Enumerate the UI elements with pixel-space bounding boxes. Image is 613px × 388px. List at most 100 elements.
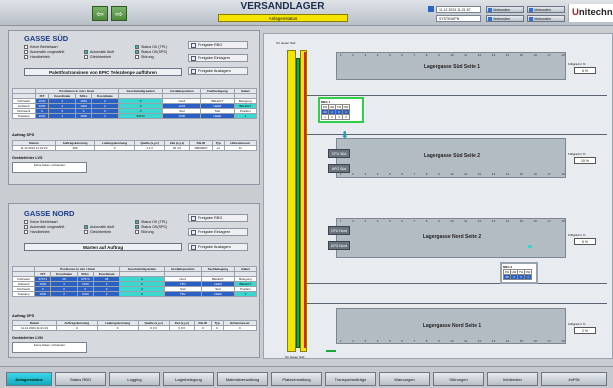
rail-north-2 (307, 303, 607, 304)
tor-label-bottom: Tor Hauer Süd (285, 355, 305, 359)
mode-list-sued: Keine Betriebsart Automatik vorgewählt H… (24, 45, 84, 60)
rail-north-1 (307, 283, 607, 284)
back-arrow-icon[interactable]: ⇦ (92, 6, 108, 21)
rack-nord-seite-2[interactable]: Lagergasse Nord Seite 2 (336, 218, 566, 258)
fill-value-rack2: 15 % (574, 157, 596, 164)
freigabe-einlagern-nord[interactable]: Freigabe Einlagern (188, 228, 248, 236)
connection-button-3[interactable]: Verbunden (527, 6, 565, 13)
arrow-down-icon: ⬇ (341, 130, 349, 140)
tab-anlagenstatus[interactable]: Anlagenstatus (6, 372, 52, 386)
apg-sued-button[interactable]: APG Süd (328, 164, 350, 173)
geraetefehler-title-nord: Gerätefehler LVN (12, 336, 43, 340)
link-icon (529, 17, 533, 21)
checkbox[interactable] (135, 220, 139, 225)
cpu-sued-button[interactable]: CPU Süd (328, 149, 350, 158)
table-row: Teleskop 1000 2 1000 2 0 TBV LEER 2 (11, 291, 258, 297)
tab-warnungen[interactable]: Warnungen (379, 372, 430, 386)
fill-value-rack1: 6 % (574, 67, 596, 74)
table-row: Teleskop 1000 2 1000 2 90572 1000 LEER 1 (12, 113, 258, 119)
freigabe-rbg-nord[interactable]: Freigabe RBG (188, 214, 248, 222)
message-bar-sued: Palettfoxtransinen von EPIC Telezdenpe a… (24, 68, 182, 76)
checkbox[interactable] (84, 55, 88, 60)
check-icon (191, 244, 196, 250)
fill-label: Füllgrad in % (568, 322, 586, 326)
rack-column-numbers: 1 2 3 4 5 6 7 8 9 10 11 12 13 14 15 16 17 18 (340, 172, 565, 176)
freigabe-auslagern-nord[interactable]: Freigabe Auslagern (188, 243, 248, 251)
checkbox[interactable] (135, 45, 139, 50)
check-icon (191, 215, 196, 221)
link-icon (529, 8, 533, 12)
connection-button-2[interactable]: Verbunden (486, 15, 524, 22)
checkbox[interactable] (135, 55, 139, 60)
check-icon (191, 55, 196, 61)
message-bar-nord: Warten auf Auftrag (24, 243, 182, 251)
state-list-sued: Status OK (TPL) Status OK(SPS) Störung (135, 45, 185, 60)
checkbox[interactable] (24, 55, 28, 60)
auftrag-table-sued: Datum Auftragskennung Ladungskennung Quelle… (12, 140, 258, 151)
tab-lagerbelegung[interactable]: Lagerbelegung (163, 372, 214, 386)
checkbox[interactable] (135, 225, 139, 230)
checkbox[interactable] (24, 45, 28, 50)
connection-label: Verbunden (534, 8, 551, 12)
panel-title-sued: GASSE SÜD (24, 34, 69, 43)
auftrag-title-sued: Auftrag SPS (12, 133, 35, 137)
fill-label: Füllgrad in % (568, 152, 586, 156)
cart-table: FW HW TW DW 20 4 0 1 1230 (321, 104, 350, 120)
tab-transportauftraege[interactable]: Transportaufträge (325, 372, 376, 386)
conveyor-column-left (287, 50, 296, 352)
company-logo: Unitechni (568, 4, 613, 22)
position-table-sued: Positionen in mm / Grad Geschwindig-keite… (12, 88, 258, 119)
tab-materialverwaltung[interactable]: Materialverwaltung (217, 372, 268, 386)
tab-status-rbg[interactable]: Status RBG (55, 372, 106, 386)
limit-line (304, 52, 306, 348)
checkbox[interactable] (24, 230, 28, 235)
tab-infofenster[interactable]: Infofenster (487, 372, 538, 386)
position-marker (528, 245, 532, 248)
tor-label-top: Tor Hauer Süd (276, 41, 296, 45)
checkbox[interactable] (84, 230, 88, 235)
table-row: 11.12.2024 11:21:23 0 0 0 0 00 0 0000 (12, 325, 258, 331)
checkbox[interactable] (24, 225, 28, 230)
freigabe-auslagern-sued[interactable]: Freigabe Auslagern (188, 67, 248, 75)
rack-title: Lagergasse Nord Seite 2 (422, 234, 482, 240)
link-icon (488, 17, 492, 21)
checkbox[interactable] (24, 220, 28, 225)
rack-title: Lagergasse Süd Seite 1 (423, 64, 481, 70)
tab-impin[interactable]: ImPIN (541, 372, 607, 386)
tab-platzverwaltung[interactable]: Platzverwaltung (271, 372, 322, 386)
auftrag-table-nord: Datum Auftragskennung Ladungskennung Quelle… (12, 320, 258, 331)
freigabe-rbg-sued[interactable]: Freigabe RBG (188, 41, 248, 49)
tab-logging[interactable]: Logging (109, 372, 160, 386)
checkbox[interactable] (24, 50, 28, 55)
check-icon (191, 229, 196, 235)
checkbox[interactable] (135, 230, 139, 235)
rbg-cart-sued[interactable]: RBG 1 FW HW TW DW 20 4 0 1 1230 (318, 97, 364, 123)
check-icon (191, 68, 196, 74)
fill-label: Füllgrad in % (568, 62, 586, 66)
checkbox[interactable] (84, 50, 88, 55)
user-field: SYSTEM/PN (436, 15, 481, 22)
rack-title: Lagergasse Nord Seite 1 (422, 323, 482, 329)
rbg-cart-nord[interactable]: RBG 2 FW HW TW DW 28 2 0 1 (500, 262, 538, 284)
connection-button-4[interactable]: Verbunden (527, 15, 565, 22)
connection-label: Verbunden (534, 17, 551, 21)
checkbox[interactable] (84, 225, 88, 230)
fill-label: Füllgrad in % (568, 233, 586, 237)
datetime-field: 11.12.2024 11:21:57 (436, 6, 481, 13)
geraetefehler-box-sued: Keine Daten vorhanden (12, 162, 87, 173)
mode-list-nord: Keine Betriebsart Automatik vorgewählt H… (24, 220, 84, 235)
freigabe-einlagern-sued[interactable]: Freigabe Einlagern (188, 54, 248, 62)
connection-label: Verbunden (493, 17, 510, 21)
cpu-nord-button[interactable]: CPU Nord (328, 226, 350, 235)
check-icon (191, 42, 196, 48)
apg-nord-button[interactable]: APG Nord (328, 241, 350, 250)
forward-arrow-icon[interactable]: ⇨ (111, 6, 127, 21)
checkbox[interactable] (135, 50, 139, 55)
position-table-nord: Positionen in mm / Grad Geschwindig-keite… (11, 266, 258, 297)
rack-column-numbers: 1 2 3 4 5 6 7 8 9 10 11 12 13 14 15 16 17 18 (340, 339, 565, 343)
tab-stoerungen[interactable]: Störungen (433, 372, 484, 386)
run-list-sued: Automatik läuft Gleichbetrieb (84, 50, 134, 60)
connection-button-1[interactable]: Verbunden (486, 6, 524, 13)
state-list-nord: Status OK (TPL) Status OK(SPS) Störung (135, 220, 185, 235)
panel-title-nord: GASSE NORD (24, 209, 75, 218)
